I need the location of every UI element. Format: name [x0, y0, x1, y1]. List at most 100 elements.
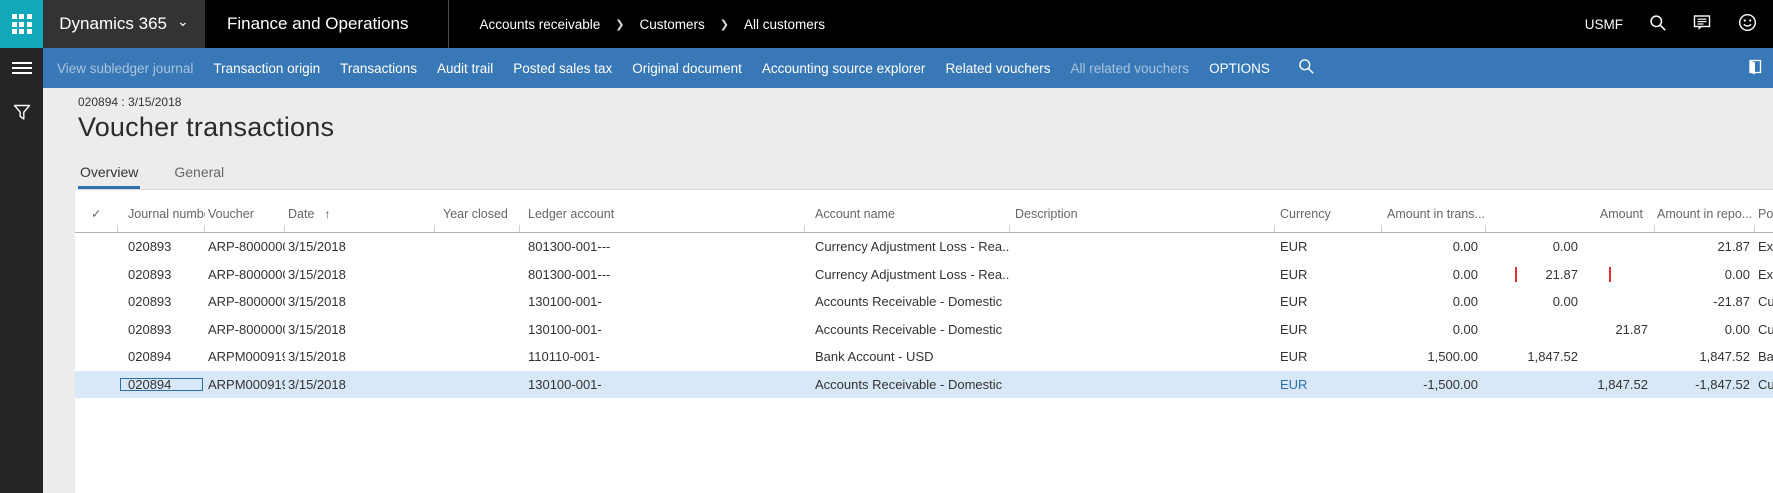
cell-amount_trans[interactable]: 0.00 — [1382, 267, 1486, 282]
cell-journal[interactable]: 020893 — [118, 294, 205, 309]
cell-voucher[interactable]: ARP-80000008 — [205, 322, 285, 337]
cell-journal[interactable]: 020894 — [118, 349, 205, 364]
cell-posting[interactable]: Ba — [1755, 349, 1773, 364]
table-row[interactable]: 020893ARP-800000083/15/2018 130100-001-Ac… — [75, 288, 1773, 316]
column-header-amount_repo[interactable]: Amount in repo... — [1655, 207, 1755, 232]
cell-amount_repo[interactable]: 0.00 — [1655, 267, 1755, 282]
column-header-amount_trans[interactable]: Amount in trans... — [1382, 207, 1486, 232]
cell-ledger[interactable]: 130100-001- — [520, 377, 805, 392]
cell-amount[interactable]: 21.87 — [1486, 322, 1655, 337]
column-header-select[interactable]: ✓ — [75, 206, 118, 232]
cell-posting[interactable]: Cu — [1755, 322, 1773, 337]
cell-posting[interactable]: Ex — [1755, 267, 1773, 282]
cell-amount_repo[interactable]: 1,847.52 — [1655, 349, 1755, 364]
action-item-related-vouchers[interactable]: Related vouchers — [945, 61, 1050, 76]
cell-ledger[interactable]: 110110-001- — [520, 349, 805, 364]
cell-ledger[interactable]: 801300-001--- — [520, 239, 805, 254]
column-header-year_closed[interactable]: Year closed — [435, 207, 520, 232]
cell-date[interactable]: 3/15/2018 — [285, 267, 435, 282]
cell-amount[interactable]: 0.00 — [1486, 294, 1655, 309]
breadcrumb-item[interactable]: Customers — [640, 17, 705, 32]
cell-posting[interactable]: Cu — [1755, 377, 1773, 392]
column-header-ledger[interactable]: Ledger account — [520, 207, 805, 232]
cell-account[interactable]: Currency Adjustment Loss - Rea... — [805, 267, 1010, 282]
action-item-posted-sales-tax[interactable]: Posted sales tax — [513, 61, 612, 76]
cell-amount[interactable]: 21.87 — [1486, 266, 1655, 282]
cell-account[interactable]: Accounts Receivable - Domestic — [805, 377, 1010, 392]
breadcrumb-item[interactable]: Accounts receivable — [479, 17, 600, 32]
cell-posting[interactable]: Ex — [1755, 239, 1773, 254]
cell-date[interactable]: 3/15/2018 — [285, 239, 435, 254]
action-item-audit-trail[interactable]: Audit trail — [437, 61, 493, 76]
filter-button[interactable] — [13, 104, 31, 124]
action-item-transactions[interactable]: Transactions — [340, 61, 417, 76]
cell-ledger[interactable]: 130100-001- — [520, 322, 805, 337]
cell-amount[interactable]: 1,847.52 — [1486, 349, 1655, 364]
cell-journal[interactable]: 020893 — [118, 267, 205, 282]
cell-amount_trans[interactable]: -1,500.00 — [1382, 377, 1486, 392]
cell-voucher[interactable]: ARP-80000008 — [205, 239, 285, 254]
cell-amount[interactable]: 1,847.52 — [1486, 377, 1655, 392]
cell-date[interactable]: 3/15/2018 — [285, 294, 435, 309]
table-row[interactable]: 020894 ARPM000919 3/15/2018 130100-001- Acco… — [75, 370, 1773, 398]
tab-overview[interactable]: Overview — [78, 158, 140, 189]
cell-currency[interactable]: EUR — [1275, 267, 1382, 282]
cell-account[interactable]: Accounts Receivable - Domestic — [805, 322, 1010, 337]
table-row[interactable]: 020893ARP-800000083/15/2018 801300-001---… — [75, 233, 1773, 261]
action-item-transaction-origin[interactable]: Transaction origin — [213, 61, 320, 76]
cell-ledger[interactable]: 130100-001- — [520, 294, 805, 309]
cell-ledger[interactable]: 801300-001--- — [520, 267, 805, 282]
cell-account[interactable]: Bank Account - USD — [805, 349, 1010, 364]
cell-voucher[interactable]: ARP-80000008 — [205, 294, 285, 309]
table-row[interactable]: 020894 ARPM000919 3/15/2018 110110-001- Bank… — [75, 343, 1773, 371]
search-button[interactable] — [1649, 14, 1667, 35]
close-pane-button[interactable] — [1747, 58, 1763, 78]
tab-general[interactable]: General — [172, 158, 226, 189]
cell-amount_trans[interactable]: 1,500.00 — [1382, 349, 1486, 364]
feedback-button[interactable] — [1693, 14, 1712, 35]
cell-journal[interactable]: 020893 — [118, 239, 205, 254]
cell-account[interactable]: Accounts Receivable - Domestic — [805, 294, 1010, 309]
cell-account[interactable]: Currency Adjustment Loss - Rea... — [805, 239, 1010, 254]
cell-date[interactable]: 3/15/2018 — [285, 322, 435, 337]
cell-date[interactable]: 3/15/2018 — [285, 377, 435, 392]
cell-date[interactable]: 3/15/2018 — [285, 349, 435, 364]
column-header-voucher[interactable]: Voucher — [205, 207, 285, 232]
action-item-accounting-source-explorer[interactable]: Accounting source explorer — [762, 61, 926, 76]
cell-amount_trans[interactable]: 0.00 — [1382, 294, 1486, 309]
column-header-date[interactable]: Date ↑ — [285, 207, 435, 232]
table-row[interactable]: 020893ARP-800000083/15/2018 801300-001---… — [75, 261, 1773, 289]
company-selector[interactable]: USMF — [1585, 17, 1623, 32]
cell-currency[interactable]: EUR — [1275, 349, 1382, 364]
column-header-amount[interactable]: Amount — [1486, 207, 1655, 232]
cell-voucher[interactable]: ARP-80000008 — [205, 267, 285, 282]
app-launcher-button[interactable] — [0, 0, 43, 48]
cell-amount_repo[interactable]: -1,847.52 — [1655, 377, 1755, 392]
hamburger-menu-button[interactable] — [0, 48, 43, 88]
action-item-original-document[interactable]: Original document — [632, 61, 742, 76]
cell-posting[interactable]: Cu — [1755, 294, 1773, 309]
cell-amount[interactable]: 0.00 — [1486, 239, 1655, 254]
cell-currency[interactable]: EUR — [1275, 294, 1382, 309]
cell-journal[interactable]: 020893 — [118, 322, 205, 337]
cell-amount_repo[interactable]: -21.87 — [1655, 294, 1755, 309]
cell-currency[interactable]: EUR — [1275, 239, 1382, 254]
column-header-currency[interactable]: Currency — [1275, 207, 1382, 232]
cell-amount_trans[interactable]: 0.00 — [1382, 322, 1486, 337]
cell-currency[interactable]: EUR — [1275, 322, 1382, 337]
column-header-posting[interactable]: Po — [1755, 207, 1773, 232]
cell-journal[interactable]: 020894 — [118, 377, 205, 392]
app-name[interactable]: Finance and Operations — [205, 0, 448, 48]
action-search-button[interactable] — [1298, 58, 1315, 78]
cell-currency[interactable]: EUR — [1275, 377, 1382, 392]
dynamics-home-button[interactable]: Dynamics 365 ⌄ — [43, 0, 205, 48]
cell-amount_trans[interactable]: 0.00 — [1382, 239, 1486, 254]
column-header-journal[interactable]: Journal number — [118, 207, 205, 232]
column-header-account[interactable]: Account name — [805, 207, 1010, 232]
column-header-description[interactable]: Description — [1010, 207, 1275, 232]
breadcrumb-item[interactable]: All customers — [744, 17, 825, 32]
cell-voucher[interactable]: ARPM000919 — [205, 349, 285, 364]
table-row[interactable]: 020893ARP-800000083/15/2018 130100-001-Ac… — [75, 316, 1773, 344]
cell-amount_repo[interactable]: 0.00 — [1655, 322, 1755, 337]
action-item-options[interactable]: OPTIONS — [1209, 61, 1270, 76]
